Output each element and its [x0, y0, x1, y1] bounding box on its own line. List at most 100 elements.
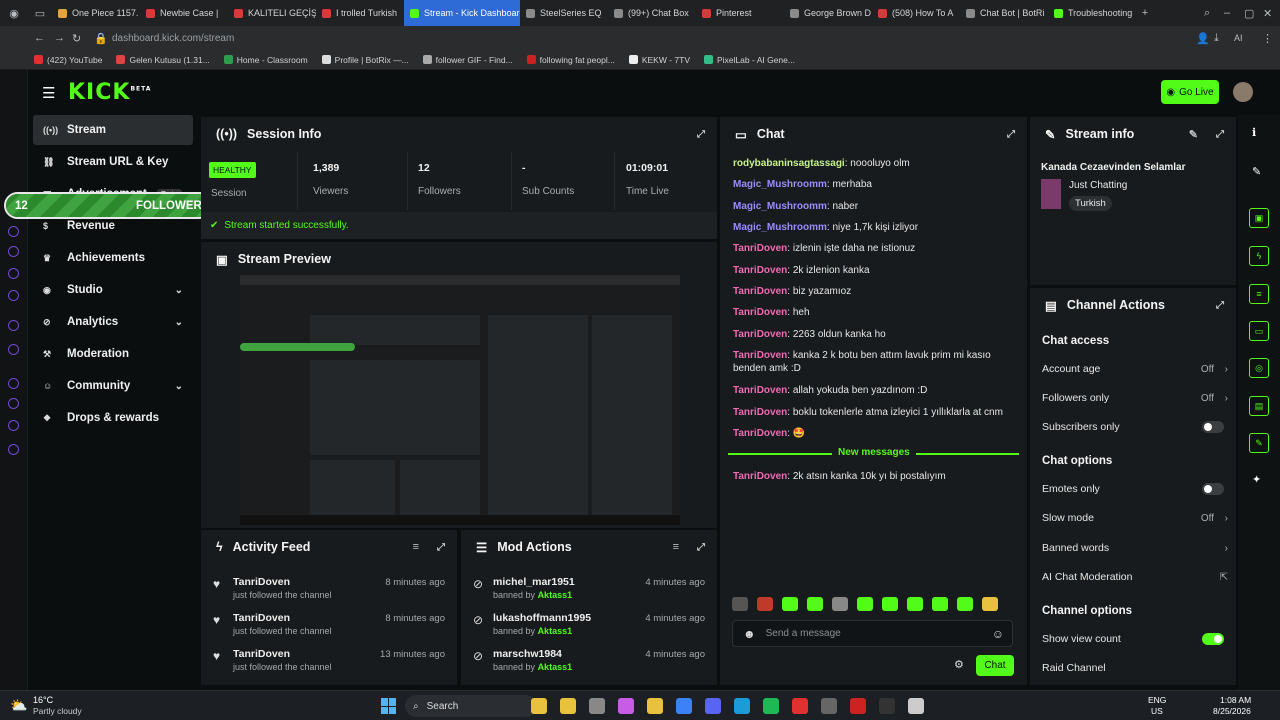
maximize-icon[interactable]: ▢ [1244, 7, 1254, 20]
activity-username[interactable]: TanriDoven [233, 612, 290, 624]
browser-tab[interactable]: I trolled Turkish [316, 0, 404, 26]
taskbar-app-icon[interactable] [763, 698, 779, 714]
download-icon[interactable]: ⤓ [1214, 32, 1219, 45]
taskbar-app-icon[interactable] [821, 698, 837, 714]
taskbar-app-icon[interactable] [531, 698, 547, 714]
browser-tab[interactable]: One Piece 1157. [52, 0, 140, 26]
taskbar-search[interactable]: ⌕ Search [405, 695, 537, 717]
popout-icon[interactable]: ⤢ [437, 542, 445, 553]
more-icon[interactable]: ⋮ [1262, 32, 1273, 45]
category-name[interactable]: Just Chatting [1069, 180, 1127, 191]
actions-widget-icon[interactable]: ▤ [1249, 396, 1269, 416]
moderator-name[interactable]: Aktass1 [538, 590, 573, 600]
bookmark-item[interactable]: Gelen Kutusu (1.31... [116, 55, 210, 65]
nav-item-moderation[interactable]: ⚒ Moderation [33, 339, 193, 369]
chat-input[interactable]: ☻ Send a message ☺ [732, 620, 1013, 647]
edit-icon[interactable]: ✎ [1252, 165, 1261, 178]
bookmark-item[interactable]: KEKW - 7TV [628, 55, 690, 65]
wrench-widget-icon[interactable]: ✎ [1249, 433, 1269, 453]
chat-username[interactable]: TanriDoven [733, 286, 787, 297]
slow-mode-setting[interactable]: Slow mode Off › [1042, 509, 1228, 527]
chat-username[interactable]: TanriDoven [733, 329, 787, 340]
ai-icon[interactable]: AI [1234, 33, 1243, 43]
browser-tab[interactable]: George Brown D [784, 0, 872, 26]
nav-item-analytics[interactable]: ⊘ Analytics ⌄ [33, 307, 193, 337]
browser-tab[interactable]: SteelSeries EQ [520, 0, 608, 26]
emote-icon[interactable] [732, 597, 748, 611]
activity-username[interactable]: TanriDoven [233, 648, 290, 660]
taskbar-app-icon[interactable] [734, 698, 750, 714]
taskbar-app-icon[interactable] [560, 698, 576, 714]
clock-time[interactable]: 1:08 AM [1220, 695, 1251, 705]
moderator-name[interactable]: Aktass1 [538, 662, 573, 672]
followers-only-setting[interactable]: Followers only Off › [1042, 389, 1228, 407]
emote-icon[interactable] [982, 597, 998, 611]
info-icon[interactable]: ℹ [1252, 126, 1256, 139]
hamburger-menu-icon[interactable]: ☰ [42, 84, 55, 102]
customize-icon[interactable]: ✦ [1252, 473, 1261, 486]
tab-actions-icon[interactable]: ▭ [28, 7, 52, 20]
taskbar-app-icon[interactable] [647, 698, 663, 714]
send-chat-button[interactable]: Chat [976, 655, 1014, 676]
language-indicator[interactable]: ENG [1148, 695, 1166, 705]
moderator-name[interactable]: Aktass1 [538, 626, 573, 636]
chat-username[interactable]: TanriDoven [733, 385, 787, 396]
reload-icon[interactable]: ↻ [72, 32, 81, 45]
taskbar-app-icon[interactable] [792, 698, 808, 714]
sidebar-app-icon[interactable] [8, 398, 19, 409]
browser-tab[interactable]: Stream - Kick Dashboard [404, 0, 520, 26]
sidebar-app-icon[interactable] [8, 320, 19, 331]
bookmark-item[interactable]: (422) YouTube [34, 55, 102, 65]
emote-picker-icon[interactable]: ☺ [992, 627, 1004, 641]
weather-icon[interactable]: ⛅ [10, 697, 27, 714]
list-widget-icon[interactable]: ≡ [1249, 284, 1269, 304]
chat-username[interactable]: rodybabaninsagtassagi [733, 158, 845, 169]
emote-icon[interactable] [832, 597, 848, 611]
kick-logo[interactable]: KICKBETA [68, 80, 151, 105]
show-view-count-toggle[interactable] [1202, 633, 1224, 645]
edit-icon[interactable]: ✎ [1189, 128, 1198, 141]
emote-icon[interactable] [932, 597, 948, 611]
sidebar-app-icon[interactable] [8, 290, 19, 301]
chat-username[interactable]: Magic_Mushroomm [733, 222, 827, 233]
emote-icon[interactable] [757, 597, 773, 611]
chat-username[interactable]: TanriDoven [733, 243, 787, 254]
emote-icon[interactable] [857, 597, 873, 611]
emote-icon[interactable] [907, 597, 923, 611]
emoji-icon[interactable]: ☻ [743, 627, 756, 641]
emote-icon[interactable] [782, 597, 798, 611]
subscribers-only-toggle[interactable] [1202, 421, 1224, 433]
new-tab-icon[interactable]: + [1136, 7, 1154, 19]
sidebar-app-icon[interactable] [8, 378, 19, 389]
emote-icon[interactable] [882, 597, 898, 611]
taskbar-app-icon[interactable] [618, 698, 634, 714]
sidebar-app-icon[interactable] [8, 246, 19, 257]
chat-widget-icon[interactable]: ▭ [1249, 321, 1269, 341]
chat-settings-icon[interactable]: ⚙ [954, 658, 964, 671]
go-live-button[interactable]: ◉ Go Live [1161, 80, 1219, 104]
nav-item-stream-url-key[interactable]: ⛓ Stream URL & Key [33, 147, 193, 177]
ai-chat-moderation-setting[interactable]: AI Chat Moderation ⇱ [1042, 568, 1228, 586]
lightning-widget-icon[interactable]: ϟ [1249, 246, 1269, 266]
bookmark-item[interactable]: Home - Classroom [223, 55, 308, 65]
popout-icon[interactable]: ⤢ [1216, 129, 1224, 140]
banned-username[interactable]: marschw1984 [493, 648, 562, 660]
chat-username[interactable]: TanriDoven [733, 407, 787, 418]
back-icon[interactable]: ← [34, 32, 45, 44]
bookmark-item[interactable]: following fat peopl... [526, 55, 615, 65]
browser-tab[interactable]: Chat Bot | BotRi [960, 0, 1048, 26]
windows-start-icon[interactable] [381, 698, 397, 714]
taskbar-app-icon[interactable] [589, 698, 605, 714]
nav-item-community[interactable]: ☺ Community ⌄ [33, 371, 193, 401]
avatar[interactable] [1233, 82, 1253, 102]
browser-tab[interactable]: Newbie Case | [140, 0, 228, 26]
chat-username[interactable]: TanriDoven [733, 265, 787, 276]
bookmark-item[interactable]: follower GIF - Find... [422, 55, 513, 65]
nav-item-achievements[interactable]: ♛ Achievements [33, 243, 193, 273]
nav-item-drops-rewards[interactable]: ❖ Drops & rewards [33, 403, 193, 433]
taskbar-app-icon[interactable] [705, 698, 721, 714]
extensions-icon[interactable]: 👤 [1196, 32, 1210, 45]
sidebar-app-icon[interactable] [8, 344, 19, 355]
url-field[interactable]: dashboard.kick.com/stream [112, 33, 234, 44]
search-tabs-icon[interactable]: ⌕ [1204, 7, 1210, 20]
